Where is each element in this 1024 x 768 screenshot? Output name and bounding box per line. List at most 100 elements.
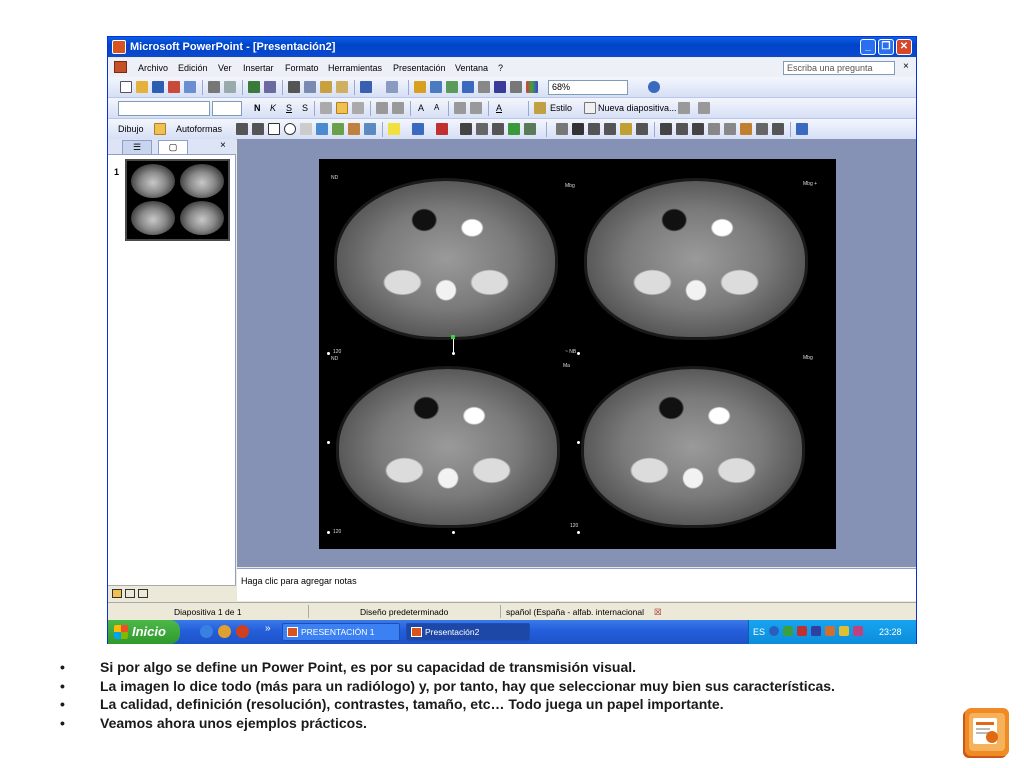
align-center-icon[interactable]	[336, 102, 348, 114]
tray-icon-security[interactable]	[839, 626, 849, 636]
format-painter-icon[interactable]	[336, 81, 348, 93]
close-button[interactable]: ✕	[896, 39, 912, 55]
research-icon[interactable]	[264, 81, 276, 93]
media-icon[interactable]	[218, 625, 231, 638]
font-color-icon[interactable]	[436, 123, 448, 135]
increase-indent-icon[interactable]	[470, 102, 482, 114]
selection-handle[interactable]	[327, 352, 330, 355]
tray-icon-back[interactable]	[769, 626, 779, 636]
cut-icon[interactable]	[288, 81, 300, 93]
copy-icon[interactable]	[304, 81, 316, 93]
oval-icon[interactable]	[284, 123, 296, 135]
underline-button[interactable]: S	[286, 103, 292, 113]
font-color-button[interactable]: A	[496, 103, 502, 113]
tray-icon-network[interactable]	[783, 626, 793, 636]
select-objects-icon[interactable]	[154, 123, 166, 135]
crop-icon[interactable]	[660, 123, 672, 135]
set-transparent-icon[interactable]	[756, 123, 768, 135]
picture-toolbar-icon-4[interactable]	[604, 123, 616, 135]
color-grayscale-icon[interactable]	[526, 81, 538, 93]
selection-handle[interactable]	[577, 441, 580, 444]
arrow-style-icon[interactable]	[492, 123, 504, 135]
tray-icon-volume[interactable]	[825, 626, 835, 636]
spellcheck-icon[interactable]: ☒	[654, 607, 662, 618]
line-style-picture-icon[interactable]	[692, 123, 704, 135]
save-icon[interactable]	[152, 81, 164, 93]
slideshow-icon[interactable]	[138, 589, 148, 598]
picture-toolbar-icon-3[interactable]	[588, 123, 600, 135]
align-right-icon[interactable]	[352, 102, 364, 114]
selection-handle[interactable]	[327, 441, 330, 444]
title-bar[interactable]: Microsoft PowerPoint - [Presentación2] _…	[108, 37, 916, 57]
paste-icon[interactable]	[320, 81, 332, 93]
show-grid-icon[interactable]	[510, 81, 522, 93]
autoshapes-button[interactable]: Autoformas	[176, 124, 222, 134]
textbox-icon[interactable]	[300, 123, 312, 135]
insert-picture-icon[interactable]	[446, 81, 458, 93]
slide-thumbnail[interactable]	[125, 159, 230, 241]
redo-icon[interactable]	[386, 81, 398, 93]
font-size-select[interactable]	[212, 101, 242, 116]
compress-icon[interactable]	[708, 123, 720, 135]
rotate-icon[interactable]	[676, 123, 688, 135]
tab-slides[interactable]: ▢	[158, 140, 188, 154]
more-buttons-icon[interactable]	[796, 123, 808, 135]
shadow-style-icon[interactable]	[508, 123, 520, 135]
picture-toolbar-icon-5[interactable]	[620, 123, 632, 135]
menu-formato[interactable]: Formato	[285, 63, 319, 73]
selection-handle[interactable]	[577, 531, 580, 534]
normal-view-icon[interactable]	[112, 589, 122, 598]
new-slide-button[interactable]: Nueva diapositiva...	[598, 103, 677, 113]
hyperlink-icon[interactable]	[462, 81, 474, 93]
italic-button[interactable]: K	[270, 103, 276, 113]
arrow-icon[interactable]	[252, 123, 264, 135]
quick-launch-icon[interactable]	[236, 625, 249, 638]
selection-handle[interactable]	[452, 352, 455, 355]
diagram-icon[interactable]	[332, 123, 344, 135]
print-icon[interactable]	[208, 81, 220, 93]
wordart-icon[interactable]	[316, 123, 328, 135]
rectangle-icon[interactable]	[268, 123, 280, 135]
fill-color-icon[interactable]	[388, 123, 400, 135]
start-button[interactable]: Inicio	[108, 620, 180, 644]
picture-toolbar-icon-1[interactable]	[556, 123, 568, 135]
menu-ver[interactable]: Ver	[218, 63, 232, 73]
align-left-icon[interactable]	[320, 102, 332, 114]
language-indicator[interactable]: ES	[753, 627, 765, 637]
grow-font-button[interactable]: A	[418, 103, 424, 113]
dash-style-icon[interactable]	[476, 123, 488, 135]
menu-herramientas[interactable]: Herramientas	[328, 63, 382, 73]
menu-edicion[interactable]: Edición	[178, 63, 208, 73]
menu-presentacion[interactable]: Presentación	[393, 63, 446, 73]
format-picture-icon[interactable]	[740, 123, 752, 135]
clipart-icon[interactable]	[348, 123, 360, 135]
slide-canvas[interactable]: ND Mbg Mbg + 120 ND ~ NB Ma Mbg 120 120	[319, 159, 836, 549]
zoom-select[interactable]: 68%	[548, 80, 628, 95]
selection-handle[interactable]	[577, 352, 580, 355]
clock[interactable]: 23:28	[879, 627, 902, 637]
shadow-button[interactable]: S	[302, 103, 308, 113]
ask-question-input[interactable]: Escriba una pregunta	[783, 61, 895, 75]
shrink-font-button[interactable]: A	[434, 103, 439, 112]
show-formatting-icon[interactable]	[494, 81, 506, 93]
insert-table-icon[interactable]	[430, 81, 442, 93]
email-icon[interactable]	[184, 81, 196, 93]
menu-ventana[interactable]: Ventana	[455, 63, 488, 73]
move-down-icon[interactable]	[698, 102, 710, 114]
bold-button[interactable]: N	[254, 103, 261, 113]
taskbar-button-presentacion1[interactable]: PRESENTACIÓN 1	[282, 623, 400, 641]
help-icon[interactable]	[648, 81, 660, 93]
recolor-icon[interactable]	[724, 123, 736, 135]
slide-sorter-icon[interactable]	[125, 589, 135, 598]
selection-handle[interactable]	[327, 531, 330, 534]
undo-icon[interactable]	[360, 81, 372, 93]
reset-picture-icon[interactable]	[772, 123, 784, 135]
new-slide-icon[interactable]	[584, 102, 596, 114]
new-icon[interactable]	[120, 81, 132, 93]
document-close-icon[interactable]: ×	[903, 61, 909, 72]
minimize-button[interactable]: _	[860, 39, 876, 55]
menu-help[interactable]: ?	[498, 63, 503, 73]
expand-all-icon[interactable]	[478, 81, 490, 93]
quick-launch-chevron[interactable]: »	[265, 623, 271, 634]
document-icon[interactable]	[114, 61, 127, 73]
